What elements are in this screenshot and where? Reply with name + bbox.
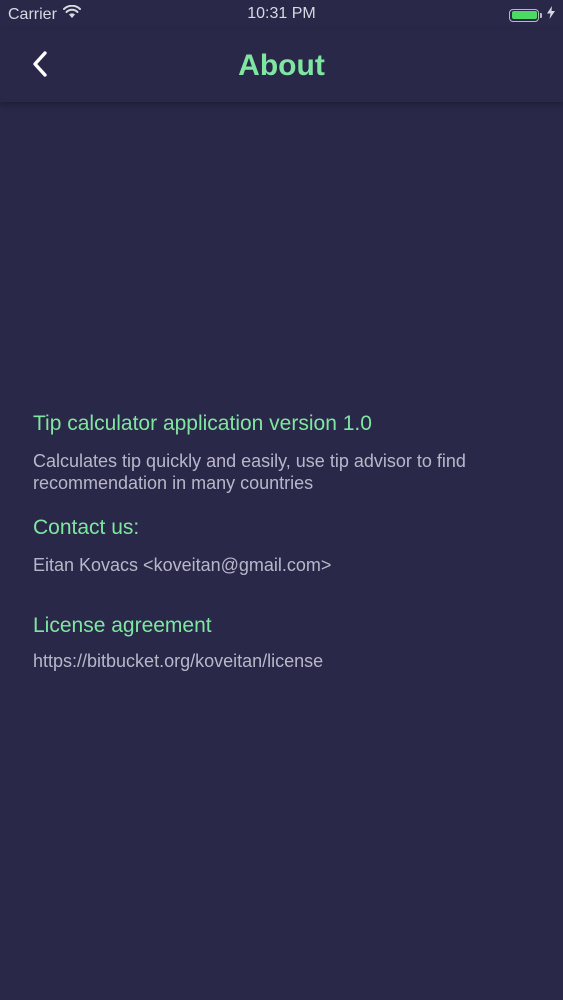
status-right bbox=[509, 6, 555, 24]
license-link[interactable]: https://bitbucket.org/koveitan/license bbox=[33, 650, 533, 672]
bolt-icon bbox=[547, 6, 555, 24]
navigation-bar: About bbox=[0, 30, 563, 102]
battery-icon bbox=[509, 8, 542, 22]
status-time: 10:31 PM bbox=[247, 5, 316, 22]
battery-cap bbox=[540, 12, 542, 18]
contact-heading: Contact us: bbox=[33, 516, 140, 539]
app-description: Calculates tip quickly and easily, use t… bbox=[33, 451, 466, 493]
page-title: About bbox=[238, 49, 325, 82]
about-screen: Carrier 10:31 PM About Tip calculator ap… bbox=[0, 0, 563, 1000]
about-content: Tip calculator application version 1.0 C… bbox=[33, 412, 533, 672]
license-heading: License agreement bbox=[33, 614, 212, 637]
status-bar: Carrier 10:31 PM bbox=[0, 0, 563, 30]
version-heading: Tip calculator application version 1.0 bbox=[33, 412, 372, 435]
battery-fill bbox=[511, 11, 537, 19]
contact-text[interactable]: Eitan Kovacs <koveitan@gmail.com> bbox=[33, 554, 533, 576]
